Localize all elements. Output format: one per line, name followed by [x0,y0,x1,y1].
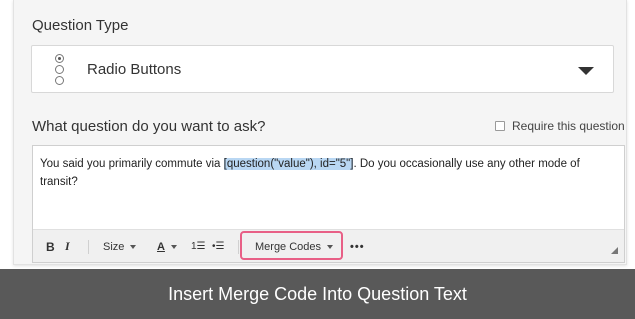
question-editor-card: Question Type Radio Buttons What questio… [13,0,627,265]
require-question-label: Require this question [512,119,625,133]
ordered-list-icon[interactable]: 1☰ [191,230,206,263]
question-text-content[interactable]: You said you primarily commute via [ques… [40,155,610,191]
merge-code-token[interactable]: [question("value"), id="5"] [223,158,354,170]
merge-codes-highlight [240,231,343,260]
chevron-down-icon[interactable] [578,67,594,75]
question-text-label: What question do you want to ask? [32,118,266,135]
require-question-checkbox[interactable]: Require this question [495,119,625,133]
resize-handle-icon[interactable] [611,247,618,254]
question-type-label: Question Type [32,17,129,34]
radio-buttons-icon [54,54,66,86]
caret-down-icon [170,244,177,249]
caret-down-icon [130,244,137,249]
bold-button[interactable]: B [46,230,55,263]
font-color-icon: A [157,240,165,253]
italic-button[interactable]: I [65,230,70,263]
question-type-select[interactable]: Radio Buttons [31,45,614,93]
toolbar-divider [238,240,239,254]
checkbox-icon[interactable] [495,121,505,131]
unordered-list-icon[interactable]: •☰ [212,230,224,263]
question-type-value: Radio Buttons [87,61,182,78]
font-size-dropdown[interactable]: Size [103,230,137,263]
question-text-before: You said you primarily commute via [40,158,224,170]
question-text-editor[interactable]: You said you primarily commute via [ques… [32,145,625,263]
caption-banner: Insert Merge Code Into Question Text [0,269,635,319]
more-options-icon[interactable]: ••• [350,230,365,263]
toolbar-divider [88,240,89,254]
font-size-label: Size [103,240,125,253]
font-color-dropdown[interactable]: A [157,230,177,263]
